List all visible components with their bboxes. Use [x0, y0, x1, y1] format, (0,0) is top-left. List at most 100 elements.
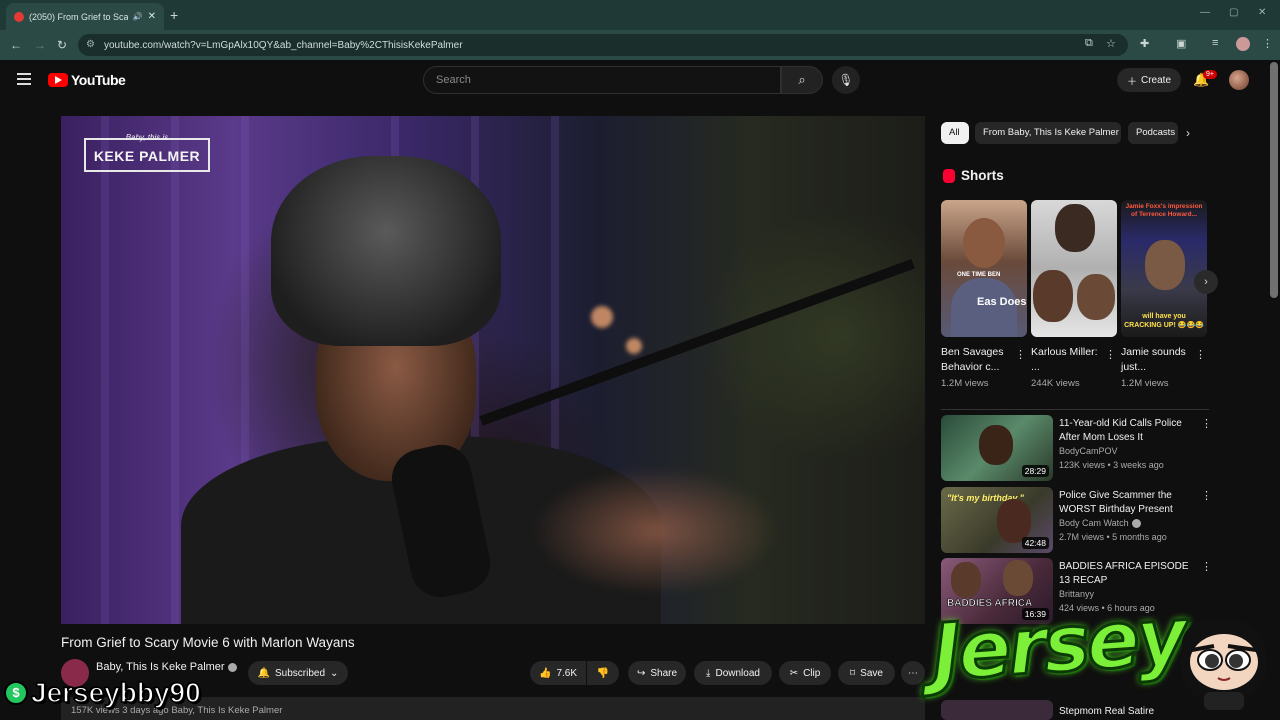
video-duration: 42:48 [1021, 537, 1049, 549]
subscribed-button[interactable]: 🔔 Subscribed ⌄ [248, 661, 348, 685]
chevron-right-icon: › [1204, 276, 1208, 288]
video-player[interactable]: Baby, this is KEKE PALMER [61, 116, 925, 624]
profile-avatar-icon[interactable] [1236, 37, 1250, 51]
page-scrollbar[interactable] [1270, 62, 1278, 298]
thumbs-down-icon: 👎 [596, 667, 610, 679]
sidepanel-icon[interactable]: ▣ [1176, 37, 1186, 50]
short-item[interactable]: Jamie Foxx's impression of Terrence Howa… [1121, 200, 1207, 389]
short-thumb-person [1055, 204, 1095, 252]
more-vert-icon[interactable]: ⋮ [1201, 417, 1212, 430]
video-subject-hat [271, 156, 501, 346]
more-vert-icon[interactable]: ⋮ [1201, 489, 1212, 502]
shorts-heading-text: Shorts [961, 168, 1004, 183]
like-button[interactable]: 👍 7.6K [530, 661, 586, 685]
video-subject-hand [531, 466, 781, 596]
voice-search-button[interactable]: 🎙 [832, 66, 860, 94]
short-thumbnail[interactable] [1031, 200, 1117, 337]
overlay-logo-big: KEKE PALMER [93, 148, 201, 164]
recommended-video[interactable]: 28:29 11-Year-old Kid Calls Police After… [941, 415, 1213, 481]
maximize-icon[interactable]: ▢ [1229, 7, 1238, 18]
address-bar[interactable]: ⚙ youtube.com/watch?v=LmGpAlx10QY&ab_cha… [78, 34, 1128, 56]
dislike-button[interactable]: 👎 [587, 661, 619, 685]
save-label: Save [860, 667, 883, 679]
bell-icon: 🔔 [257, 667, 271, 679]
menu-hamburger-icon[interactable] [17, 73, 31, 88]
chevron-right-icon[interactable]: › [1186, 126, 1190, 140]
bokeh-light [626, 338, 642, 354]
thumb-person [979, 425, 1013, 465]
jersey-logo-overlay: Jersey [928, 590, 1189, 700]
account-avatar[interactable] [1229, 70, 1249, 90]
short-thumb-text: will have you CRACKING UP! 😂😂😂 [1124, 313, 1204, 329]
tab-title: (2050) From Grief to Scary M [29, 11, 128, 22]
video-channel[interactable]: BodyCamPOV [1059, 446, 1118, 456]
short-title: Karlous Miller: ... [1031, 346, 1098, 373]
more-vert-icon[interactable]: ⋮ [1015, 348, 1026, 361]
back-icon[interactable]: ← [10, 38, 22, 52]
video-title: BADDIES AFRICA EPISODE 13 RECAP [1059, 561, 1189, 586]
create-button[interactable]: ＋ Create [1117, 68, 1181, 92]
save-button[interactable]: ⌑ Save [838, 661, 895, 685]
more-vert-icon[interactable]: ⋮ [1105, 348, 1116, 361]
channel-name[interactable]: Baby, This Is Keke Palmer [96, 661, 237, 673]
close-window-icon[interactable]: ✕ [1258, 7, 1266, 18]
video-thumbnail[interactable]: 28:29 [941, 415, 1053, 481]
minimize-icon[interactable]: — [1200, 7, 1210, 18]
forward-icon[interactable]: → [34, 38, 46, 52]
like-count: 7.6K [556, 667, 578, 679]
share-button[interactable]: ↪ Share [628, 661, 686, 685]
short-title: Ben Savages Behavior c... [941, 346, 1004, 373]
shorts-next-button[interactable]: › [1194, 270, 1218, 294]
chrome-menu-icon[interactable]: ⋮ [1262, 37, 1273, 50]
tab-close-icon[interactable]: ✕ [148, 11, 156, 22]
streamer-watermark: $ Jerseybby90 [2, 676, 209, 710]
video-stats: 2.7M views • 5 months ago [1059, 532, 1167, 542]
browser-tab[interactable]: (2050) From Grief to Scary M 🔊 ✕ [6, 3, 164, 30]
recommended-video[interactable]: "It's my birthday." 42:48 Police Give Sc… [941, 487, 1213, 553]
short-title: Jamie sounds just... [1121, 346, 1186, 373]
video-thumbnail[interactable]: "It's my birthday." 42:48 [941, 487, 1053, 553]
short-thumbnail[interactable]: ONE TIME BEN Eas Does [941, 200, 1027, 337]
clip-button[interactable]: ✂ Clip [779, 661, 831, 685]
video-thumbnail[interactable] [941, 700, 1053, 720]
search-button[interactable]: ⌕ [781, 66, 823, 94]
scissors-icon: ✂ [789, 667, 799, 679]
search-input[interactable]: Search [423, 66, 781, 94]
bookmark-star-icon[interactable]: ☆ [1106, 37, 1116, 50]
more-horizontal-icon: ⋯ [908, 667, 918, 679]
new-tab-icon[interactable]: + [170, 7, 178, 23]
cast-icon[interactable]: ⧉ [1085, 37, 1093, 50]
mic-icon: 🎙 [838, 73, 854, 87]
video-overlay-logo: Baby, this is KEKE PALMER [84, 133, 210, 172]
video-channel[interactable]: Body Cam Watch [1059, 518, 1141, 529]
chip-all[interactable]: All [941, 122, 969, 144]
video-title: From Grief to Scary Movie 6 with Marlon … [61, 635, 355, 650]
short-thumb-person [963, 218, 1005, 268]
youtube-favicon-icon [14, 11, 24, 22]
youtube-play-icon [48, 73, 68, 87]
bokeh-light [591, 306, 613, 328]
download-icon: ⤓ [706, 667, 711, 679]
short-item[interactable]: Karlous Miller: ... ⋮ 244K views [1031, 200, 1117, 389]
cartoon-character-overlay [1180, 618, 1268, 710]
extensions-icon[interactable]: ✚ [1140, 37, 1149, 50]
tab-search-icon[interactable]: ≡ [1212, 37, 1218, 49]
site-info-icon[interactable]: ⚙ [86, 39, 95, 50]
more-vert-icon[interactable]: ⋮ [1201, 560, 1212, 573]
chip-from-channel[interactable]: From Baby, This Is Keke Palmer [975, 122, 1121, 144]
youtube-logo[interactable]: YouTube [48, 72, 126, 88]
more-vert-icon[interactable]: ⋮ [1195, 348, 1206, 361]
short-thumbnail[interactable]: Jamie Foxx's impression of Terrence Howa… [1121, 200, 1207, 337]
short-thumb-text: Eas Does [977, 296, 1027, 308]
reload-icon[interactable]: ↻ [57, 38, 67, 52]
chip-podcasts[interactable]: Podcasts [1128, 122, 1178, 144]
short-thumb-text: ONE TIME BEN [957, 272, 1001, 278]
more-actions-button[interactable]: ⋯ [901, 661, 925, 685]
verified-icon [227, 662, 237, 672]
short-item[interactable]: ONE TIME BEN Eas Does Ben Savages Behavi… [941, 200, 1027, 389]
url-text: youtube.com/watch?v=LmGpAlx10QY&ab_chann… [104, 39, 463, 51]
shorts-heading: Shorts [943, 168, 1004, 183]
download-button[interactable]: ⤓ Download [694, 661, 772, 685]
short-thumb-text: Jamie Foxx's impression of Terrence Howa… [1125, 203, 1203, 218]
audio-icon[interactable]: 🔊 [133, 12, 143, 21]
